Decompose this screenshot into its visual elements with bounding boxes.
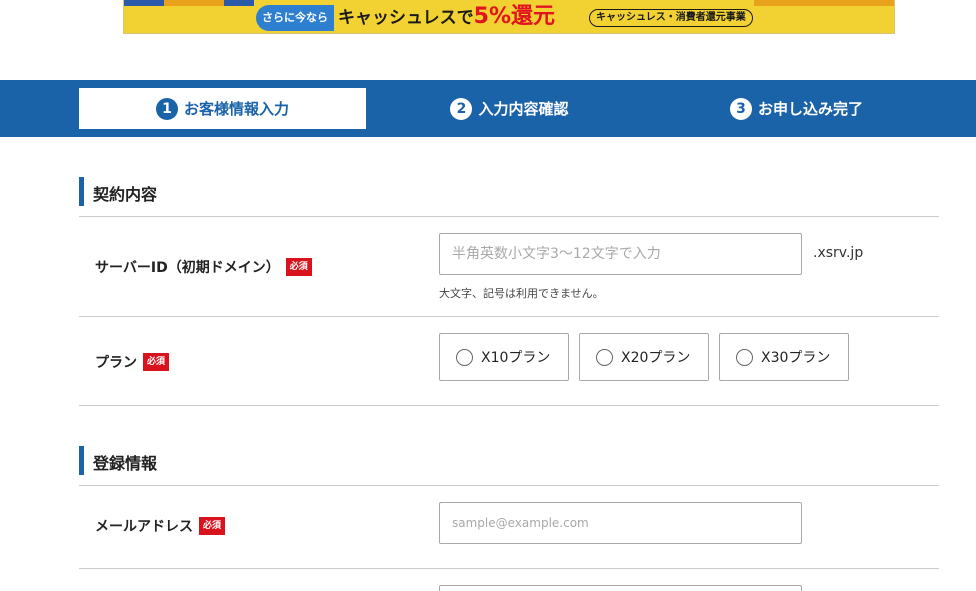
required-badge: 必須: [143, 353, 170, 371]
plan-option-x30[interactable]: X30プラン: [719, 333, 849, 381]
section-registration: 登録情報: [79, 446, 939, 486]
step-complete: 3 お申し込み完了: [653, 88, 940, 129]
plan-option-x20[interactable]: X20プラン: [579, 333, 709, 381]
step-number: 3: [729, 97, 752, 120]
server-id-input[interactable]: [439, 233, 802, 275]
banner-badge: キャッシュレス・消費者還元事業: [589, 9, 753, 27]
step-label: 入力内容確認: [478, 100, 569, 118]
domain-suffix: .xsrv.jp: [813, 245, 864, 261]
server-id-note: 大文字、記号は利用できません。: [439, 287, 604, 300]
plan-option-x10[interactable]: X10プラン: [439, 333, 569, 381]
step-label: お客様情報入力: [183, 100, 289, 118]
banner-highlight: 5%還元: [473, 4, 556, 29]
radio-button[interactable]: [596, 348, 613, 366]
plan-label: プラン 必須: [95, 352, 170, 372]
email-label: メールアドレス 必須: [95, 516, 226, 536]
section-accent-bar: [79, 177, 84, 206]
field-label: メールアドレス: [95, 519, 193, 535]
banner-decoration: [754, 0, 894, 6]
banner-tag: さらに今なら: [256, 5, 334, 31]
banner-decoration: [164, 0, 224, 6]
row-plan: プラン 必須 X10プラン X20プラン X30プラン: [79, 317, 939, 406]
progress-steps: 1 お客様情報入力 2 入力内容確認 3 お申し込み完了: [0, 80, 976, 137]
step-number: 1: [155, 97, 178, 120]
step-label: お申し込み完了: [757, 100, 863, 118]
radio-button[interactable]: [736, 348, 753, 366]
banner-headline-prefix: キャッシュレスで: [338, 8, 474, 28]
plan-option-label: X10プラン: [481, 350, 551, 366]
row-server-id: サーバーID（初期ドメイン） 必須 .xsrv.jp 大文字、記号は利用できませ…: [79, 217, 939, 317]
server-id-label: サーバーID（初期ドメイン） 必須: [95, 257, 312, 277]
section-title: 契約内容: [93, 185, 158, 204]
section-title: 登録情報: [93, 454, 158, 473]
step-customer-info: 1 お客様情報入力: [79, 88, 366, 129]
banner-headline: キャッシュレスで5%還元: [338, 4, 555, 31]
plan-option-label: X30プラン: [761, 350, 831, 366]
required-badge: 必須: [285, 258, 312, 276]
row-email: メールアドレス 必須: [79, 486, 939, 569]
step-number: 2: [450, 97, 473, 120]
radio-button[interactable]: [456, 348, 473, 366]
required-badge: 必須: [199, 517, 226, 535]
step-confirm: 2 入力内容確認: [366, 88, 653, 129]
field-label: プラン: [95, 355, 137, 371]
plan-option-label: X20プラン: [621, 350, 691, 366]
section-accent-bar: [79, 446, 84, 475]
field-label: サーバーID（初期ドメイン）: [95, 260, 280, 276]
section-contract: 契約内容: [79, 177, 939, 217]
campaign-banner[interactable]: さらに今なら キャッシュレスで5%還元 キャッシュレス・消費者還元事業: [123, 0, 895, 34]
email-input[interactable]: [439, 502, 802, 544]
next-field-input[interactable]: [439, 585, 802, 591]
